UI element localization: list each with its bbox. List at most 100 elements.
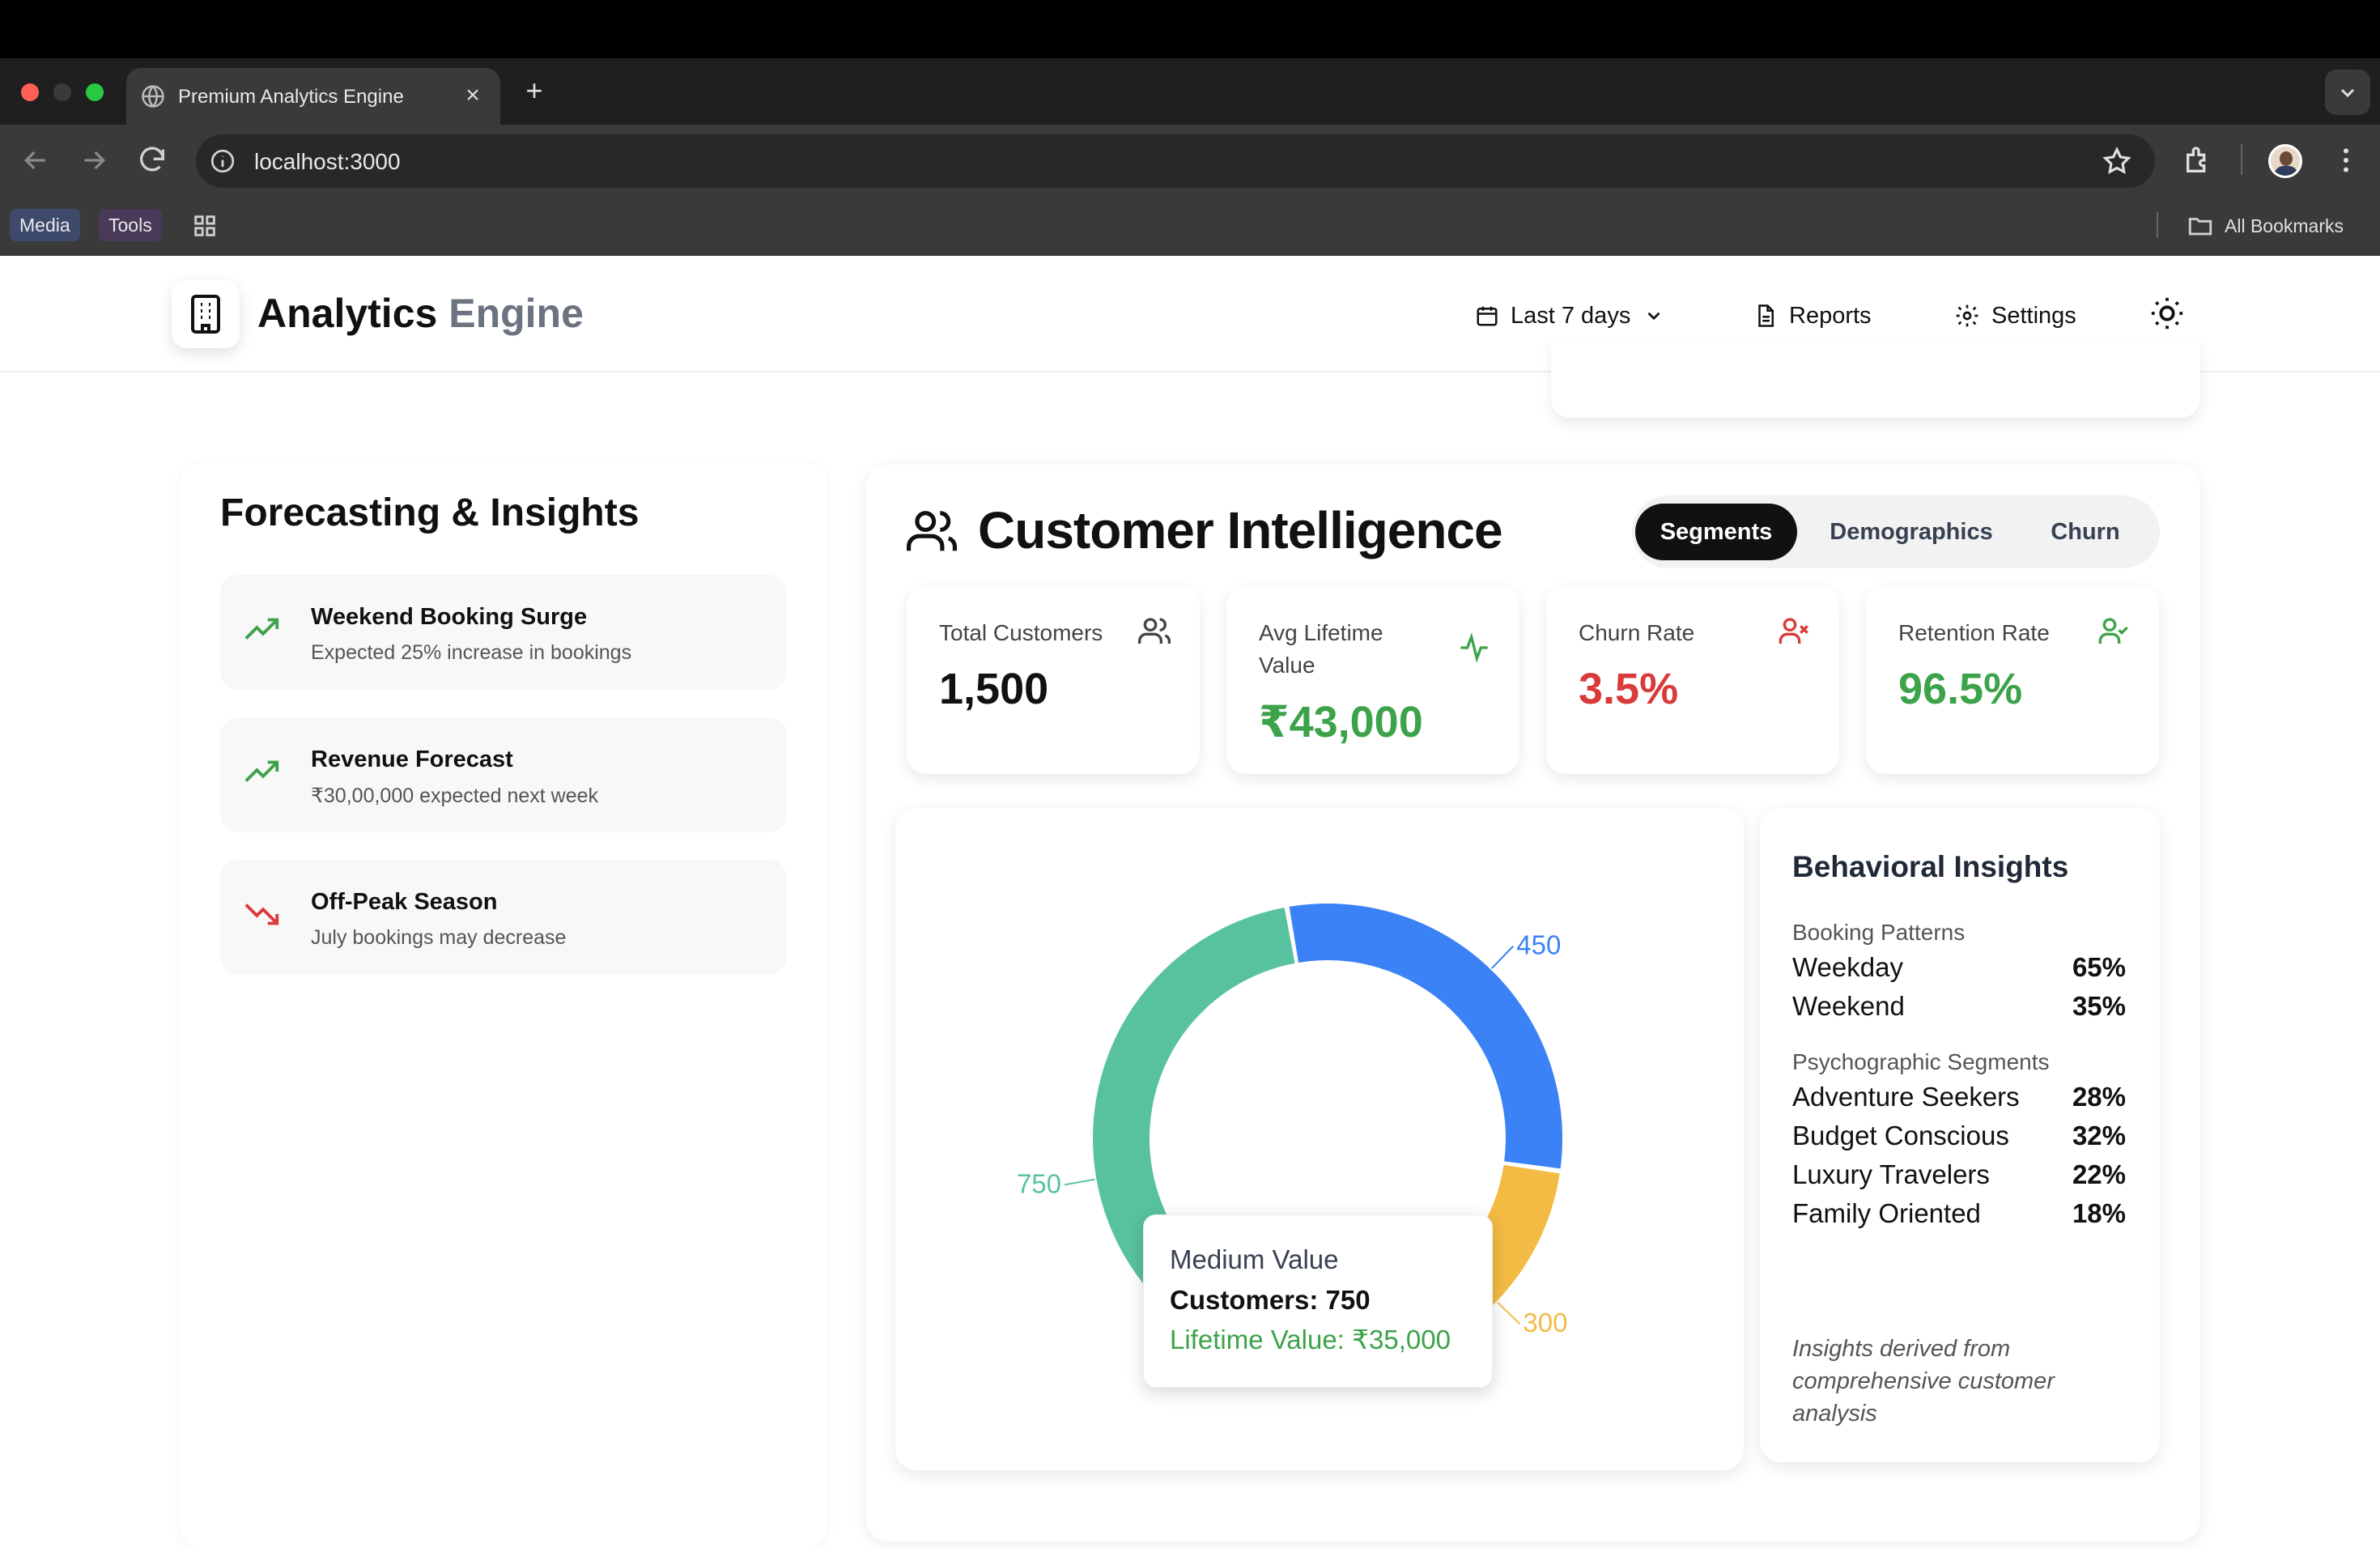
app-title-main: Analytics — [257, 291, 438, 336]
globe-icon — [142, 85, 164, 108]
insight-subtitle: Expected 25% increase in bookings — [311, 641, 632, 664]
site-info-icon[interactable] — [209, 147, 236, 175]
insight-item[interactable]: Weekend Booking Surge Expected 25% incre… — [220, 575, 787, 690]
donut-leader-line — [1497, 1302, 1521, 1325]
insight-subtitle: July bookings may decrease — [311, 926, 567, 949]
date-range-label: Last 7 days — [1511, 302, 1631, 329]
address-bar[interactable] — [196, 134, 2155, 188]
donut-slice-label: 450 — [1516, 930, 1561, 960]
zoom-window-button[interactable] — [86, 83, 104, 101]
users-icon — [907, 511, 957, 551]
behavioral-title: Behavioral Insights — [1792, 850, 2069, 883]
kpi-card-retention-rate: Retention Rate 96.5% — [1866, 586, 2159, 774]
booking-value: 35% — [2072, 991, 2126, 1021]
settings-button[interactable]: Settings — [1954, 298, 2076, 334]
reports-button[interactable]: Reports — [1753, 298, 1872, 334]
browser-tab[interactable]: Premium Analytics Engine × — [126, 68, 500, 125]
kpi-value: 3.5% — [1579, 665, 1679, 713]
insight-subtitle: ₹30,00,000 expected next week — [311, 785, 599, 807]
psycho-row: Family Oriented 18% — [1792, 1198, 2126, 1234]
kpi-label: Total Customers — [939, 620, 1103, 645]
bookmark-tools[interactable]: Tools — [99, 209, 162, 241]
insight-title: Off-Peak Season — [311, 889, 498, 915]
profile-avatar[interactable] — [2268, 144, 2302, 178]
kpi-label: Retention Rate — [1898, 620, 2050, 645]
more-menu-icon[interactable] — [2330, 144, 2362, 176]
booking-row: Weekday 65% — [1792, 952, 2126, 988]
psycho-row: Luxury Travelers 22% — [1792, 1159, 2126, 1195]
booking-value: 65% — [2072, 952, 2126, 982]
insight-item[interactable]: Revenue Forecast ₹30,00,000 expected nex… — [220, 717, 787, 832]
psycho-key: Family Oriented — [1792, 1198, 1981, 1228]
extensions-icon[interactable] — [2182, 144, 2215, 176]
building-icon — [191, 295, 220, 334]
psycho-row: Budget Conscious 32% — [1792, 1121, 2126, 1156]
tab-demographics[interactable]: Demographics — [1812, 504, 2011, 560]
kpi-card-lifetime-value: Avg Lifetime Value ₹43,000 — [1226, 586, 1519, 774]
trending-up-icon — [244, 618, 279, 640]
tab-close-icon[interactable]: × — [457, 79, 489, 112]
psychographic-label: Psychographic Segments — [1792, 1049, 2050, 1074]
chevron-down-icon — [2340, 88, 2355, 98]
kpi-label: Avg Lifetime Value — [1259, 620, 1383, 678]
behavioral-footnote: Insights derived from comprehensive cust… — [1792, 1336, 2055, 1427]
reports-label: Reports — [1789, 302, 1872, 329]
donut-slice-label: 750 — [1017, 1168, 1061, 1198]
psycho-value: 22% — [2072, 1159, 2126, 1189]
booking-key: Weekend — [1792, 991, 1905, 1021]
booking-key: Weekday — [1792, 952, 1903, 982]
segment-tabs: Segments Demographics Churn — [1632, 495, 2160, 568]
reload-icon[interactable] — [136, 144, 168, 176]
tooltip-count: Customers: 750 — [1170, 1285, 1371, 1315]
booking-patterns-label: Booking Patterns — [1792, 920, 1966, 945]
donut-slice-label: 300 — [1523, 1308, 1567, 1337]
trending-down-icon — [244, 904, 279, 925]
kpi-value: 1,500 — [939, 665, 1049, 713]
activity-icon — [1460, 632, 1488, 663]
bookmark-star-icon[interactable] — [2102, 146, 2132, 176]
kpi-card-churn-rate: Churn Rate 3.5% — [1546, 586, 1839, 774]
logo[interactable] — [172, 280, 240, 348]
psycho-key: Luxury Travelers — [1792, 1159, 1990, 1189]
insight-title: Revenue Forecast — [311, 746, 513, 772]
chevron-down-icon — [1647, 312, 1660, 321]
back-arrow-icon[interactable] — [19, 144, 52, 176]
psycho-value: 28% — [2072, 1082, 2126, 1112]
gear-icon — [1956, 304, 1978, 327]
forward-arrow-icon[interactable] — [78, 144, 110, 176]
psycho-value: 32% — [2072, 1121, 2126, 1150]
user-check-icon — [2098, 618, 2128, 644]
trending-up-icon — [244, 760, 279, 782]
customer-intelligence-title: Customer Intelligence — [978, 501, 1503, 559]
insight-item[interactable]: Off-Peak Season July bookings may decrea… — [220, 860, 787, 975]
psycho-row: Adventure Seekers 28% — [1792, 1082, 2126, 1117]
all-bookmarks-link[interactable]: All Bookmarks — [2225, 215, 2344, 237]
document-icon — [1758, 304, 1774, 327]
insight-title: Weekend Booking Surge — [311, 604, 588, 630]
url-text[interactable]: localhost:3000 — [254, 149, 401, 175]
tab-title: Premium Analytics Engine — [178, 86, 404, 108]
close-window-button[interactable] — [21, 83, 39, 101]
forecast-title: Forecasting & Insights — [220, 491, 640, 534]
date-range-selector[interactable]: Last 7 days — [1475, 298, 1676, 334]
booking-row: Weekend 35% — [1792, 991, 2126, 1027]
kpi-label: Churn Rate — [1579, 620, 1695, 645]
bookmark-media[interactable]: Media — [10, 209, 80, 241]
new-tab-button[interactable]: + — [516, 73, 552, 108]
sun-icon[interactable] — [2148, 295, 2186, 332]
chart-tooltip: Medium Value Customers: 750 Lifetime Val… — [1143, 1214, 1493, 1388]
psycho-key: Adventure Seekers — [1792, 1082, 2020, 1112]
apps-grid-icon[interactable] — [191, 212, 219, 240]
calendar-icon — [1477, 306, 1498, 326]
toolbar-divider — [2241, 144, 2242, 175]
tab-churn[interactable]: Churn — [2029, 504, 2142, 560]
app-title-muted: Engine — [448, 291, 584, 336]
donut-leader-line — [1491, 945, 1514, 969]
app-title: Analytics Engine — [257, 290, 584, 337]
bookmarks-divider — [2157, 212, 2158, 238]
settings-label: Settings — [1991, 302, 2076, 329]
kpi-value: ₹43,000 — [1259, 698, 1423, 746]
tab-search-button[interactable] — [2325, 70, 2370, 115]
tab-segments[interactable]: Segments — [1635, 504, 1797, 560]
minimize-window-button[interactable] — [53, 83, 71, 101]
